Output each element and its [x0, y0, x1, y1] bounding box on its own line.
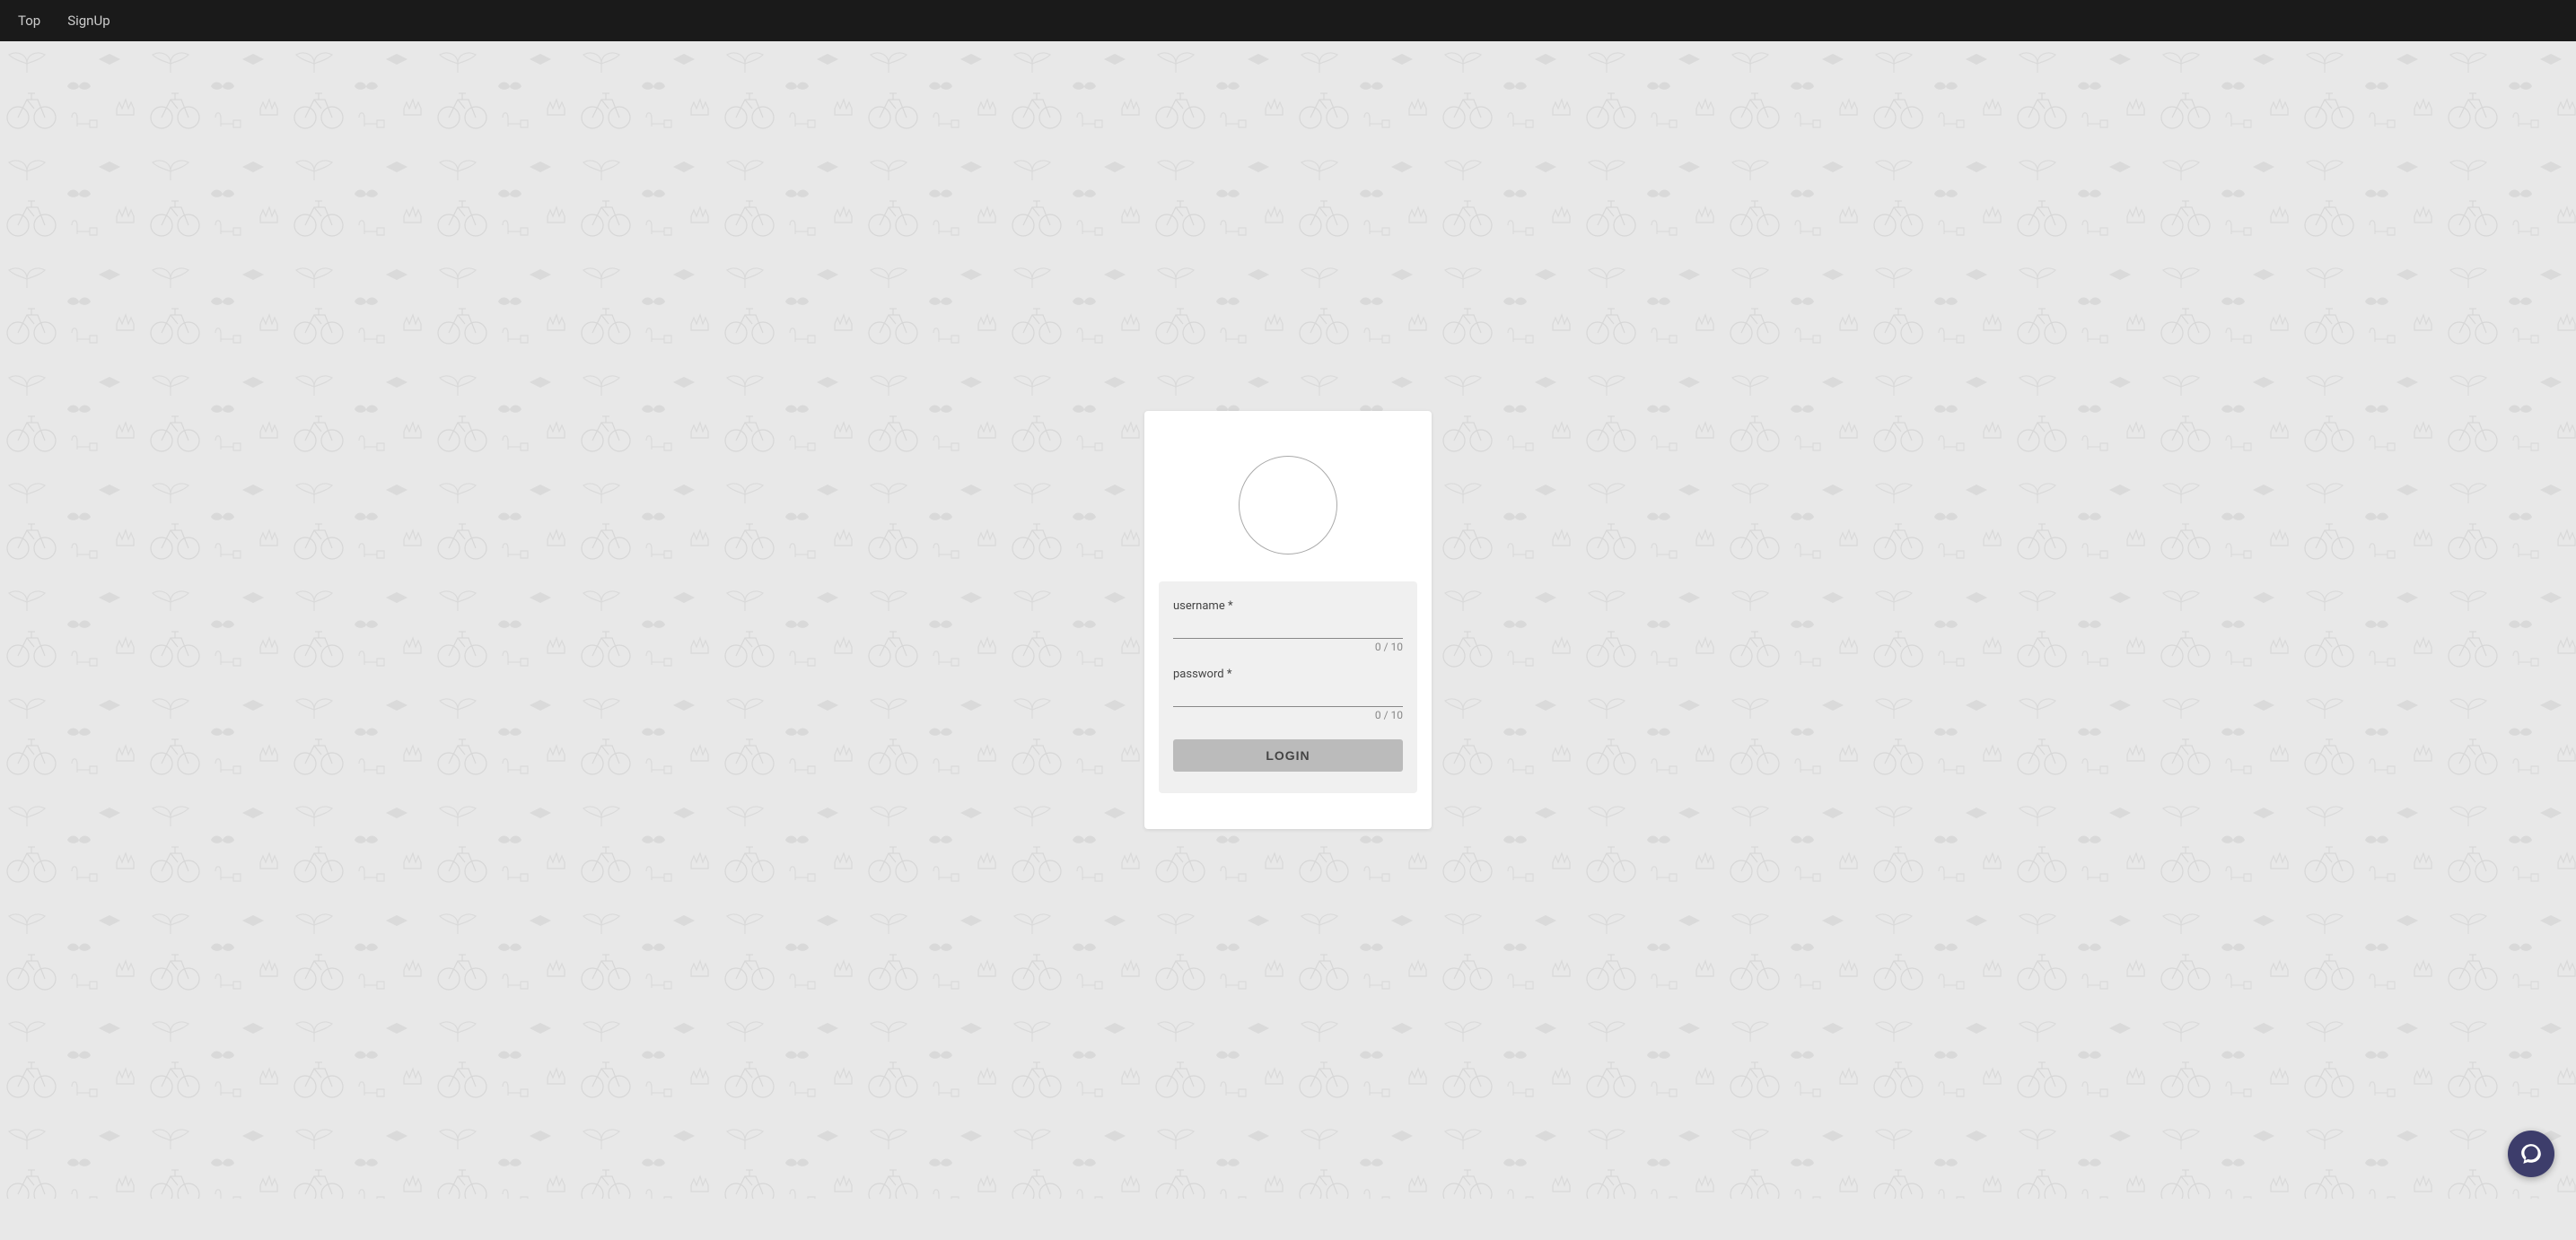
username-char-count: 0 / 10 [1173, 641, 1403, 653]
navbar: Top SignUp [0, 0, 2576, 41]
nav-signup-link[interactable]: SignUp [67, 13, 110, 29]
login-form: username * 0 / 10 password * 0 / 10 LOGI… [1159, 581, 1417, 793]
password-group: password * 0 / 10 [1173, 668, 1403, 721]
avatar-section [1144, 411, 1432, 581]
login-button[interactable]: LOGIN [1173, 739, 1403, 772]
main-content: username * 0 / 10 password * 0 / 10 LOGI… [0, 41, 2576, 1199]
avatar [1239, 456, 1337, 555]
nav-top-link[interactable]: Top [18, 13, 40, 29]
password-label: password * [1173, 668, 1403, 681]
chat-icon [2519, 1142, 2543, 1166]
login-card: username * 0 / 10 password * 0 / 10 LOGI… [1144, 411, 1432, 829]
password-input[interactable] [1173, 685, 1403, 707]
password-char-count: 0 / 10 [1173, 709, 1403, 721]
username-input[interactable] [1173, 616, 1403, 639]
username-label: username * [1173, 599, 1403, 613]
chat-button[interactable] [2508, 1131, 2554, 1177]
username-group: username * 0 / 10 [1173, 599, 1403, 653]
